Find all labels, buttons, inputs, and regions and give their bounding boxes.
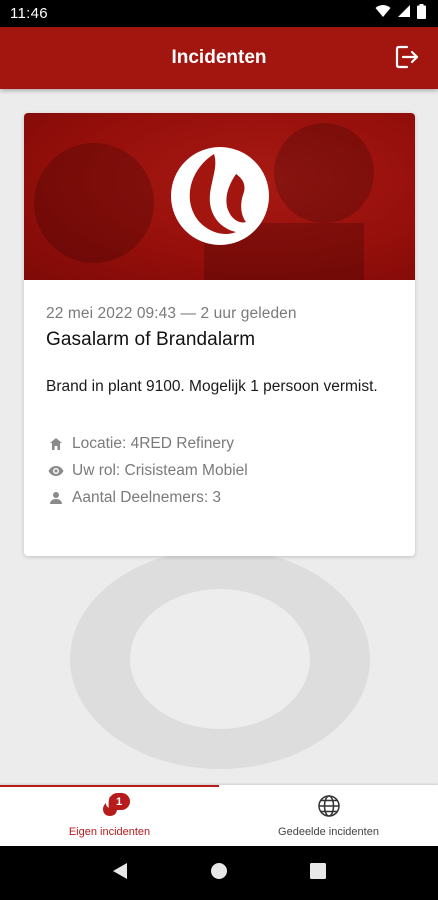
- globe-icon: [317, 794, 341, 823]
- back-icon: [112, 862, 128, 885]
- recents-button[interactable]: [303, 858, 333, 888]
- system-navigation-bar: [0, 846, 438, 900]
- incident-list: 22 mei 2022 09:43 — 2 uur geleden Gasala…: [0, 89, 438, 785]
- status-bar: 11:46: [0, 0, 438, 27]
- flame-logo-icon: [171, 147, 269, 245]
- app-bar: Incidenten: [0, 27, 438, 89]
- background-watermark-icon: [70, 549, 370, 769]
- incident-card-image: [24, 113, 415, 280]
- tab-gedeelde-icon-wrap: [316, 794, 342, 823]
- wifi-icon: [375, 4, 391, 23]
- status-time: 11:46: [10, 5, 48, 22]
- page-title: Incidenten: [171, 47, 267, 68]
- incident-title: Gasalarm of Brandalarm: [46, 329, 256, 350]
- incident-card-body: 22 mei 2022 09:43 — 2 uur geleden Gasala…: [24, 305, 415, 511]
- logout-icon: [395, 45, 421, 74]
- person-icon: [48, 490, 64, 506]
- status-icons: [375, 3, 426, 24]
- home-button-icon: [210, 862, 228, 885]
- meta-role: Uw rol: Crisisteam Mobiel: [46, 457, 393, 484]
- tab-eigen-incidenten[interactable]: 1 Eigen incidenten: [0, 785, 219, 846]
- tab-gedeelde-label: Gedeelde incidenten: [278, 826, 379, 838]
- tab-gedeelde-incidenten[interactable]: Gedeelde incidenten: [219, 785, 438, 846]
- meta-role-text: Uw rol: Crisisteam Mobiel: [72, 461, 248, 479]
- tab-eigen-label: Eigen incidenten: [68, 826, 151, 838]
- recents-icon: [310, 862, 327, 884]
- meta-location-text: Locatie: 4RED Refinery: [72, 434, 234, 452]
- incident-card[interactable]: 22 mei 2022 09:43 — 2 uur geleden Gasala…: [24, 113, 415, 556]
- incident-timestamp: 22 mei 2022 09:43 — 2 uur geleden: [46, 305, 297, 322]
- home-button[interactable]: [204, 858, 234, 888]
- meta-location: Locatie: 4RED Refinery: [46, 430, 393, 457]
- logout-button[interactable]: [394, 45, 422, 73]
- notification-badge: 1: [108, 793, 130, 810]
- bottom-navigation: 1 Eigen incidenten Gedeelde incidenten: [0, 785, 438, 846]
- meta-participants: Aantal Deelnemers: 3: [46, 484, 393, 511]
- battery-icon: [417, 3, 426, 24]
- back-button[interactable]: [105, 858, 135, 888]
- signal-icon: [397, 4, 411, 23]
- tab-eigen-icon-wrap: 1: [97, 793, 130, 821]
- meta-participants-text: Aantal Deelnemers: 3: [72, 488, 222, 506]
- incident-meta: Locatie: 4RED Refinery Uw rol: Crisistea…: [46, 430, 393, 511]
- incident-description: Brand in plant 9100. Mogelijk 1 persoon …: [46, 378, 378, 395]
- home-icon: [48, 436, 64, 452]
- eye-icon: [48, 463, 64, 479]
